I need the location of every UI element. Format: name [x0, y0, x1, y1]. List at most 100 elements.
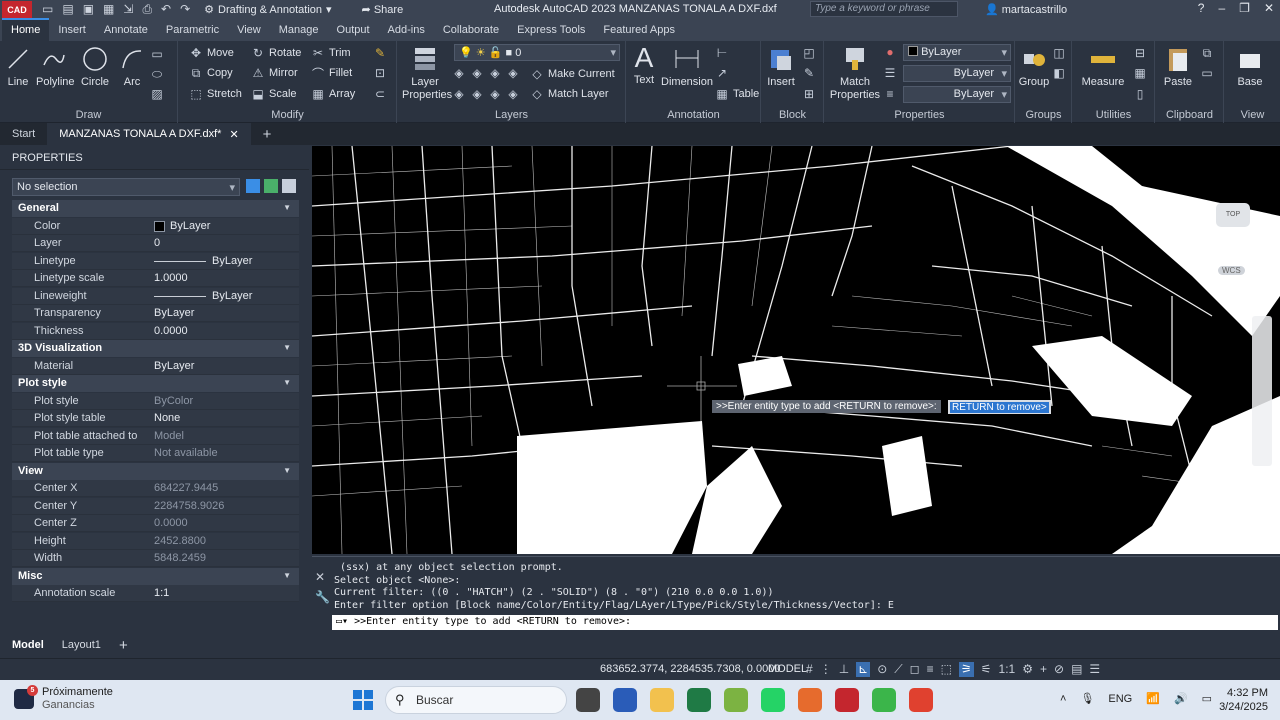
paste-button[interactable]: Paste [1160, 45, 1196, 89]
object-snap-tracking-icon[interactable]: ⟋ [894, 662, 902, 677]
line-button[interactable]: Line [4, 45, 32, 89]
annotation-monitor-icon[interactable]: + [1040, 662, 1047, 677]
ribbon-tab-insert[interactable]: Insert [49, 20, 95, 41]
ribbon-tab-parametric[interactable]: Parametric [157, 20, 228, 41]
property-row[interactable]: Plot table type Not available [12, 445, 299, 462]
customization-icon[interactable]: ☰ [1089, 662, 1100, 677]
wcs-menu[interactable]: WCS [1218, 266, 1245, 275]
collapse-caret-icon[interactable]: ▼ [283, 466, 291, 475]
user-account[interactable]: 👤 martacastrillo [985, 3, 1067, 16]
create-block-button[interactable]: ◰ [802, 46, 816, 60]
layout-tab-layout1[interactable]: Layout1 [62, 639, 101, 651]
group-edit-button[interactable]: ◧ [1052, 66, 1066, 80]
ellipse-button[interactable]: ⬭ [150, 67, 164, 81]
model-space-toggle[interactable]: MODEL [768, 663, 807, 675]
arc-button[interactable]: Arc [118, 45, 146, 89]
autocad-lt-icon[interactable] [872, 688, 896, 712]
dynamic-input-field[interactable]: RETURN to remove> [948, 400, 1051, 414]
help-search-input[interactable]: Type a keyword or phrase [810, 1, 958, 17]
property-row[interactable]: Thickness 0.0000 [12, 322, 299, 340]
insert-button[interactable]: Insert [764, 45, 798, 89]
widgets-button[interactable]: 5 Próximamente Ganancias [14, 685, 113, 712]
property-row[interactable]: Center X 684227.9445 [12, 480, 299, 497]
base-button[interactable]: Base [1231, 45, 1269, 89]
layout-tab-model[interactable]: Model [12, 639, 44, 651]
rectangle-button[interactable]: ▭ [150, 47, 164, 61]
navigation-bar[interactable] [1252, 316, 1272, 466]
new-tab-button[interactable]: + [251, 123, 284, 145]
close-icon[interactable]: ✕ [229, 128, 238, 141]
property-row[interactable]: Annotation scale 1:1 [12, 585, 299, 602]
section-view[interactable]: View ▼ [12, 462, 299, 480]
ribbon-tab-manage[interactable]: Manage [270, 20, 328, 41]
wrench-icon[interactable]: 🔧 [315, 587, 330, 607]
scale-button[interactable]: ⬓ Scale [251, 87, 296, 101]
lineweight-list-button[interactable]: ≡ [883, 87, 897, 101]
property-row[interactable]: Linetype scale 1.0000 [12, 270, 299, 287]
property-row[interactable]: Layer 0 [12, 235, 299, 252]
drawing-canvas[interactable]: >>Enter entity type to add <RETURN to re… [312, 146, 1280, 554]
make-current-button[interactable]: ◇ Make Current [530, 67, 614, 81]
minimize-icon[interactable]: – [1218, 1, 1225, 15]
section-misc[interactable]: Misc ▼ [12, 567, 299, 585]
copy-clip-button[interactable]: ⧉ [1200, 46, 1214, 60]
clock[interactable]: 4:32 PM 3/24/2025 [1219, 686, 1268, 714]
quick-select-button[interactable]: ⊟ [1133, 46, 1147, 60]
print-icon[interactable]: ⎙ [142, 2, 152, 17]
rotate-button[interactable]: ↻ Rotate [251, 46, 301, 60]
close-icon[interactable]: ✕ [1264, 1, 1274, 15]
quick-select-icon[interactable] [282, 179, 296, 193]
language-indicator[interactable]: ENG [1108, 693, 1132, 705]
section-3d-visualization[interactable]: 3D Visualization ▼ [12, 340, 299, 357]
undo-icon[interactable]: ↶ [161, 2, 171, 17]
workspace-switcher[interactable]: ⚙ Drafting & Annotation ▾ [204, 3, 331, 17]
autocad-logo[interactable]: CAD [2, 1, 32, 18]
ribbon-tab-featured-apps[interactable]: Featured Apps [594, 20, 684, 41]
lineweight-dropdown[interactable]: ByLayer ▾ [903, 86, 1011, 103]
layer-lock-icon[interactable]: ◈ [506, 66, 520, 80]
calculator-button[interactable]: ▦ [1133, 66, 1147, 80]
save-as-icon[interactable]: ▦ [103, 2, 114, 17]
property-row[interactable]: Color ByLayer [12, 217, 299, 235]
battery-icon[interactable]: ▭ [1202, 692, 1212, 705]
property-row[interactable]: Center Y 2284758.9026 [12, 497, 299, 515]
mirror-button[interactable]: ⚠ Mirror [251, 66, 298, 80]
offset-button[interactable]: ⊂ [373, 87, 387, 101]
color-dropdown[interactable]: ByLayer ▾ [903, 44, 1011, 61]
chevron-up-icon[interactable]: ˄ [1060, 693, 1066, 705]
ribbon-tab-home[interactable]: Home [2, 18, 50, 41]
new-file-icon[interactable]: ▭ [42, 2, 53, 17]
linetype-dropdown[interactable]: ByLayer ▾ [903, 65, 1011, 82]
property-row[interactable]: Plot style table None [12, 410, 299, 427]
cut-button[interactable]: ▭ [1200, 66, 1214, 80]
share-button[interactable]: ➦ Share [362, 3, 404, 16]
active-document-tab[interactable]: MANZANAS TONALA A DXF.dxf* ✕ [47, 123, 251, 145]
save-icon[interactable]: ▣ [83, 2, 94, 17]
table-button[interactable]: ▦ Table [715, 87, 759, 101]
add-layout-plus-icon[interactable]: + [119, 637, 128, 654]
property-row[interactable]: Material ByLayer [12, 357, 299, 375]
list-properties-button[interactable]: ☰ [883, 66, 897, 80]
collapse-caret-icon[interactable]: ▼ [283, 343, 291, 352]
cursor-coordinates[interactable]: 683652.3774, 2284535.7308, 0.0000 [600, 663, 780, 675]
start-tab[interactable]: Start [0, 123, 47, 145]
microphone-icon[interactable]: 🎙 [1080, 692, 1094, 705]
viewcube[interactable]: TOP [1216, 203, 1250, 227]
collapse-caret-icon[interactable]: ▼ [283, 203, 291, 212]
task-view-icon[interactable] [576, 688, 600, 712]
collapse-caret-icon[interactable]: ▼ [283, 571, 291, 580]
hatch-button[interactable]: ▨ [150, 87, 164, 101]
property-row[interactable]: Lineweight ByLayer [12, 287, 299, 305]
ungroup-button[interactable]: ◫ [1052, 46, 1066, 60]
ribbon-tab-output[interactable]: Output [328, 20, 379, 41]
match-properties-button[interactable]: Match Properties [829, 45, 881, 102]
whatsapp-icon[interactable] [761, 688, 785, 712]
ribbon-tab-annotate[interactable]: Annotate [95, 20, 157, 41]
wifi-icon[interactable]: 📶 [1146, 692, 1160, 705]
circle-button[interactable]: Circle [80, 45, 110, 89]
firefox-icon[interactable] [798, 688, 822, 712]
layer-dropdown[interactable]: 💡 ☀ 🔓 ■ 0 ▾ [454, 44, 620, 61]
taskbar-search[interactable]: ⚲ Buscar [385, 686, 567, 714]
close-icon[interactable]: ✕ [315, 567, 330, 587]
speaker-icon[interactable]: 🔊 [1174, 692, 1188, 705]
